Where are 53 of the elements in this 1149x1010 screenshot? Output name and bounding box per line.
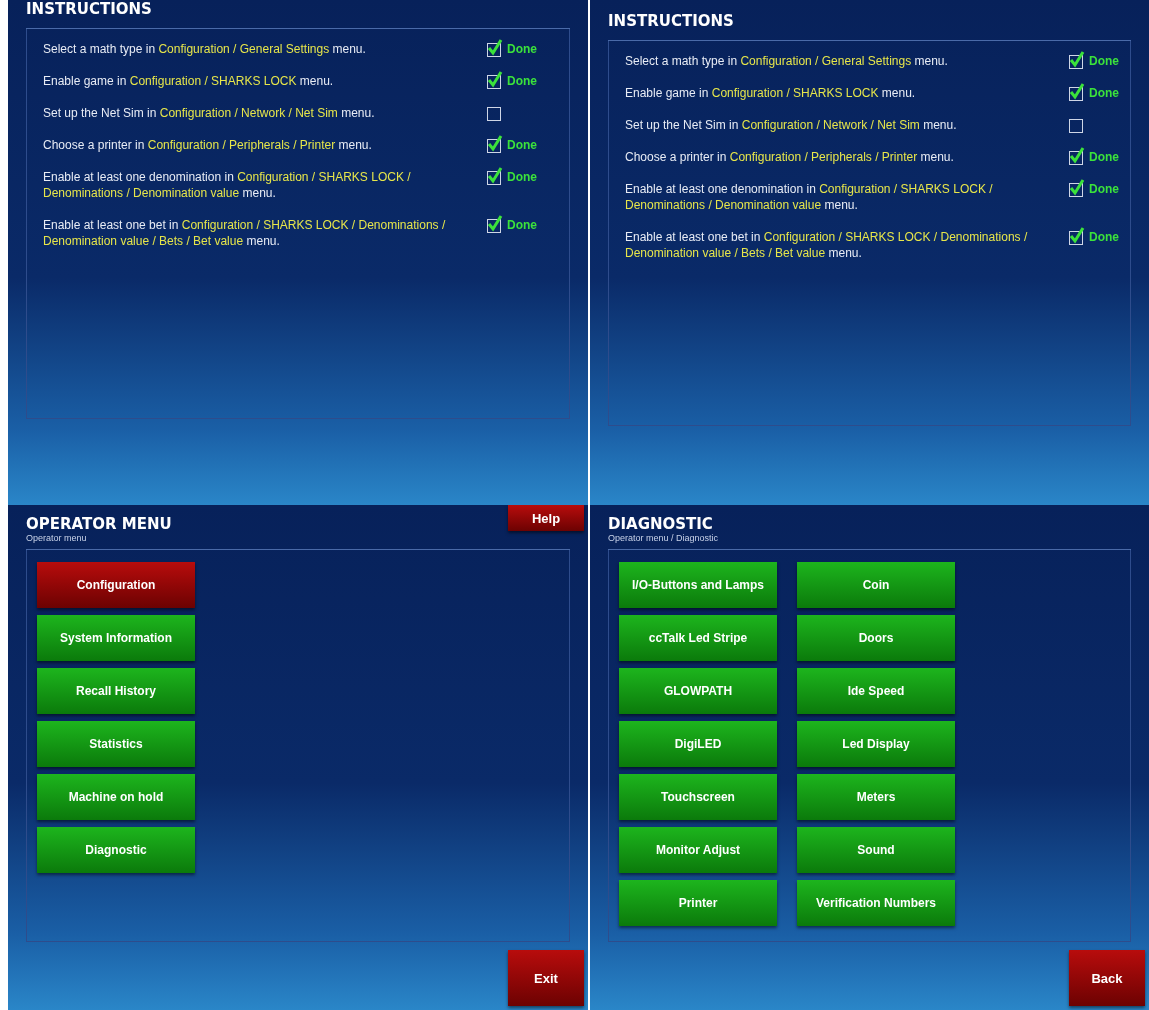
menu-button[interactable]: I/O-Buttons and Lamps (619, 562, 777, 608)
instruction-text: Enable at least one bet in Configuration / SHARKS LOCK / Denominations / Denomination value / Bets / Bet value menu. (43, 217, 447, 249)
checkbox[interactable] (1069, 119, 1083, 133)
menu-button[interactable]: Recall History (37, 668, 195, 714)
instruction-text: Enable at least one denomination in Configuration / SHARKS LOCK / Denominations / Denomination value menu. (625, 181, 994, 213)
menu-button[interactable]: Monitor Adjust (619, 827, 777, 873)
status-label: Done (507, 41, 537, 57)
menu-button[interactable]: Configuration (37, 562, 195, 608)
screen-title: INSTRUCTIONS (26, 0, 153, 18)
footer-button[interactable]: Back (1069, 950, 1145, 1006)
status-label: Done (1089, 85, 1119, 101)
breadcrumb: Operator menu / Diagnostic (608, 533, 719, 543)
menu-button[interactable]: DigiLED (619, 721, 777, 767)
checkbox[interactable] (487, 107, 501, 121)
footer-button[interactable]: Exit (508, 950, 584, 1006)
status-label: Done (507, 137, 537, 153)
menu-button[interactable]: Meters (797, 774, 955, 820)
menu-button[interactable]: Verification Numbers (797, 880, 955, 926)
instruction-text: Set up the Net Sim in Configuration / Network / Net Sim menu. (43, 105, 376, 121)
menu-button[interactable]: Sound (797, 827, 955, 873)
screen-title: DIAGNOSTIC (608, 515, 714, 533)
instruction-text: Enable game in Configuration / SHARKS LOCK menu. (43, 73, 335, 89)
instruction-text: Choose a printer in Configuration / Peripherals / Printer menu. (43, 137, 373, 153)
menu-button[interactable]: GLOWPATH (619, 668, 777, 714)
status-label: Done (1089, 229, 1119, 245)
menu-button[interactable]: Coin (797, 562, 955, 608)
menu-button[interactable]: Ide Speed (797, 668, 955, 714)
status-label: Done (1089, 149, 1119, 165)
menu-button[interactable]: Machine on hold (37, 774, 195, 820)
menu-button[interactable]: Touchscreen (619, 774, 777, 820)
status-label: Done (507, 217, 537, 233)
instruction-text: Select a math type in Configuration / General Settings menu. (43, 41, 367, 57)
menu-button[interactable]: Diagnostic (37, 827, 195, 873)
menu-button[interactable]: Doors (797, 615, 955, 661)
instruction-text: Choose a printer in Configuration / Peripherals / Printer menu. (625, 149, 955, 165)
screen-title: INSTRUCTIONS (608, 12, 735, 30)
instruction-text: Select a math type in Configuration / General Settings menu. (625, 53, 949, 69)
status-label: Done (507, 73, 537, 89)
status-label: Done (507, 169, 537, 185)
help-button[interactable]: Help (508, 505, 584, 531)
menu-button[interactable]: ccTalk Led Stripe (619, 615, 777, 661)
breadcrumb: Operator menu (26, 533, 88, 543)
instruction-text: Enable at least one bet in Configuration / SHARKS LOCK / Denominations / Denomination value / Bets / Bet value menu. (625, 229, 1029, 261)
status-label: Done (1089, 53, 1119, 69)
menu-button[interactable]: Statistics (37, 721, 195, 767)
screen-title: OPERATOR MENU (26, 515, 172, 533)
status-label: Done (1089, 181, 1119, 197)
instruction-text: Set up the Net Sim in Configuration / Network / Net Sim menu. (625, 117, 958, 133)
menu-button[interactable]: Printer (619, 880, 777, 926)
menu-button[interactable]: System Information (37, 615, 195, 661)
menu-button[interactable]: Led Display (797, 721, 955, 767)
instruction-text: Enable at least one denomination in Configuration / SHARKS LOCK / Denominations / Denomination value menu. (43, 169, 412, 201)
instruction-text: Enable game in Configuration / SHARKS LOCK menu. (625, 85, 917, 101)
